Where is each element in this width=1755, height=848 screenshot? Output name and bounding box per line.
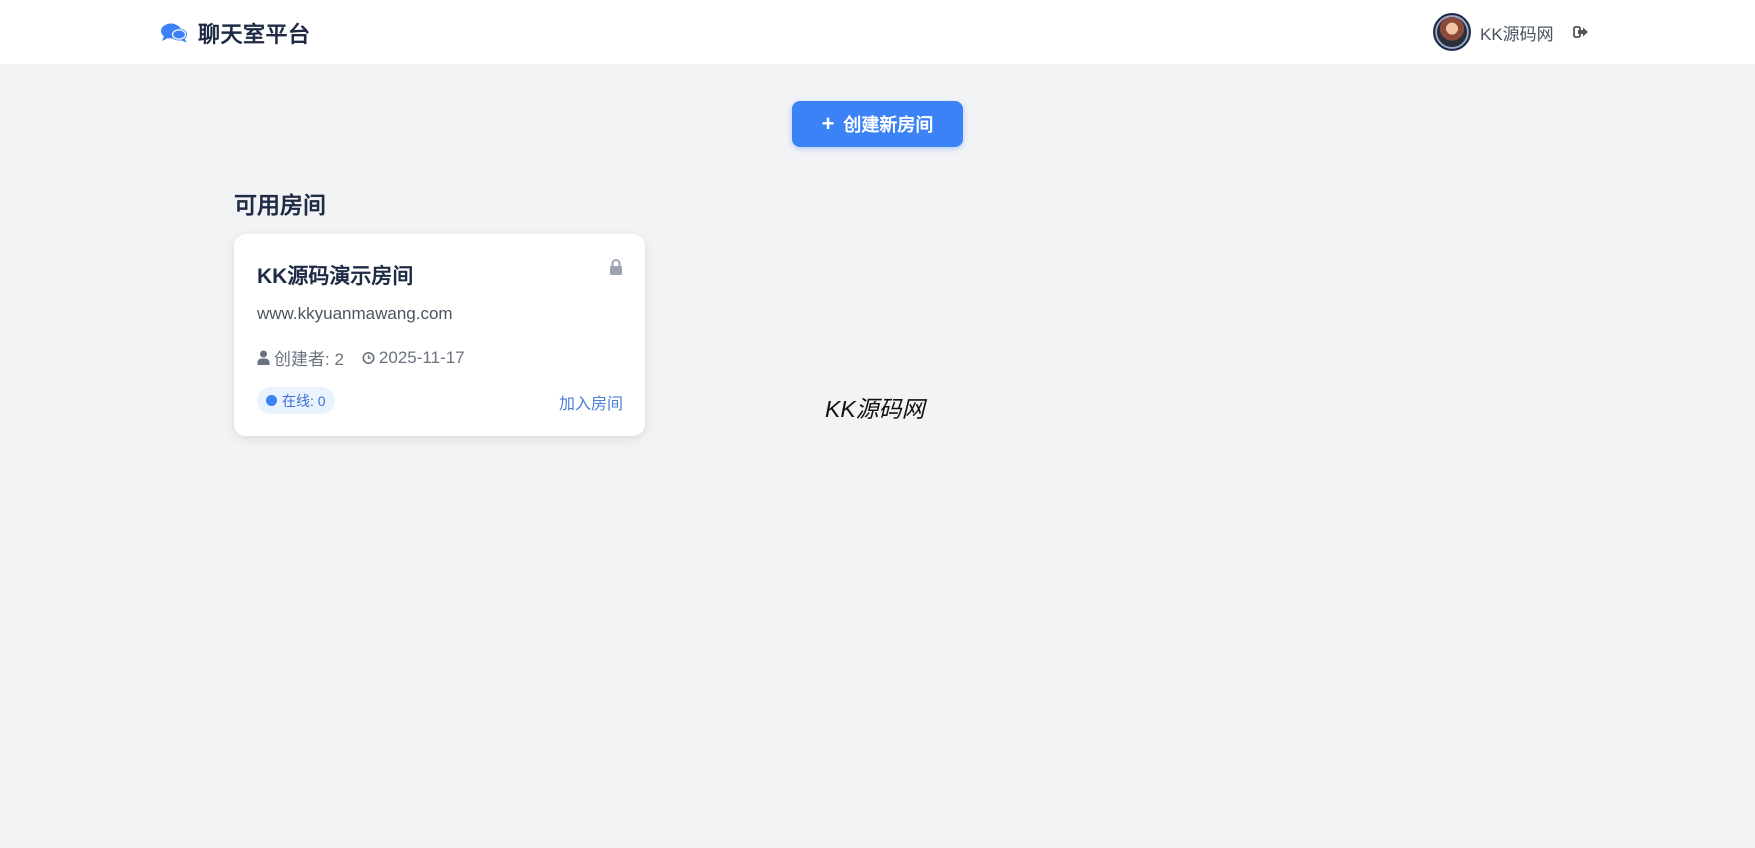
online-count: 在线: 0 xyxy=(282,392,326,409)
online-dot-icon xyxy=(266,395,277,406)
room-name: KK源码演示房间 xyxy=(257,265,414,288)
avatar[interactable] xyxy=(1433,13,1471,51)
room-meta: 创建者: 2 2025-11-17 xyxy=(257,345,465,370)
room-description: www.kkyuanmawang.com xyxy=(257,304,453,323)
app-title: 聊天室平台 xyxy=(198,22,311,47)
lock-icon xyxy=(609,258,623,276)
room-creator: 创建者: 2 xyxy=(274,350,344,369)
user-menu: KK源码网 xyxy=(1433,13,1591,51)
create-room-button[interactable]: + 创建新房间 xyxy=(792,101,963,147)
create-room-label: 创建新房间 xyxy=(843,115,934,135)
comments-icon xyxy=(160,21,188,45)
room-card[interactable]: KK源码演示房间 www.kkyuanmawang.com 创建者: 2 202… xyxy=(234,234,645,436)
sign-out-icon xyxy=(1572,26,1588,38)
section-title: 可用房间 xyxy=(234,192,326,218)
username: KK源码网 xyxy=(1480,24,1554,44)
clock-icon xyxy=(362,350,375,365)
brand[interactable]: 聊天室平台 xyxy=(160,17,311,49)
user-icon xyxy=(257,350,270,365)
top-navbar: 聊天室平台 KK源码网 xyxy=(0,0,1755,64)
room-created-date: 2025-11-17 xyxy=(378,347,465,367)
online-badge: 在线: 0 xyxy=(257,387,335,414)
watermark: KK源码网 xyxy=(825,396,925,422)
join-room-link[interactable]: 加入房间 xyxy=(559,390,623,414)
plus-icon: + xyxy=(821,111,835,136)
logout-button[interactable] xyxy=(1571,22,1591,42)
